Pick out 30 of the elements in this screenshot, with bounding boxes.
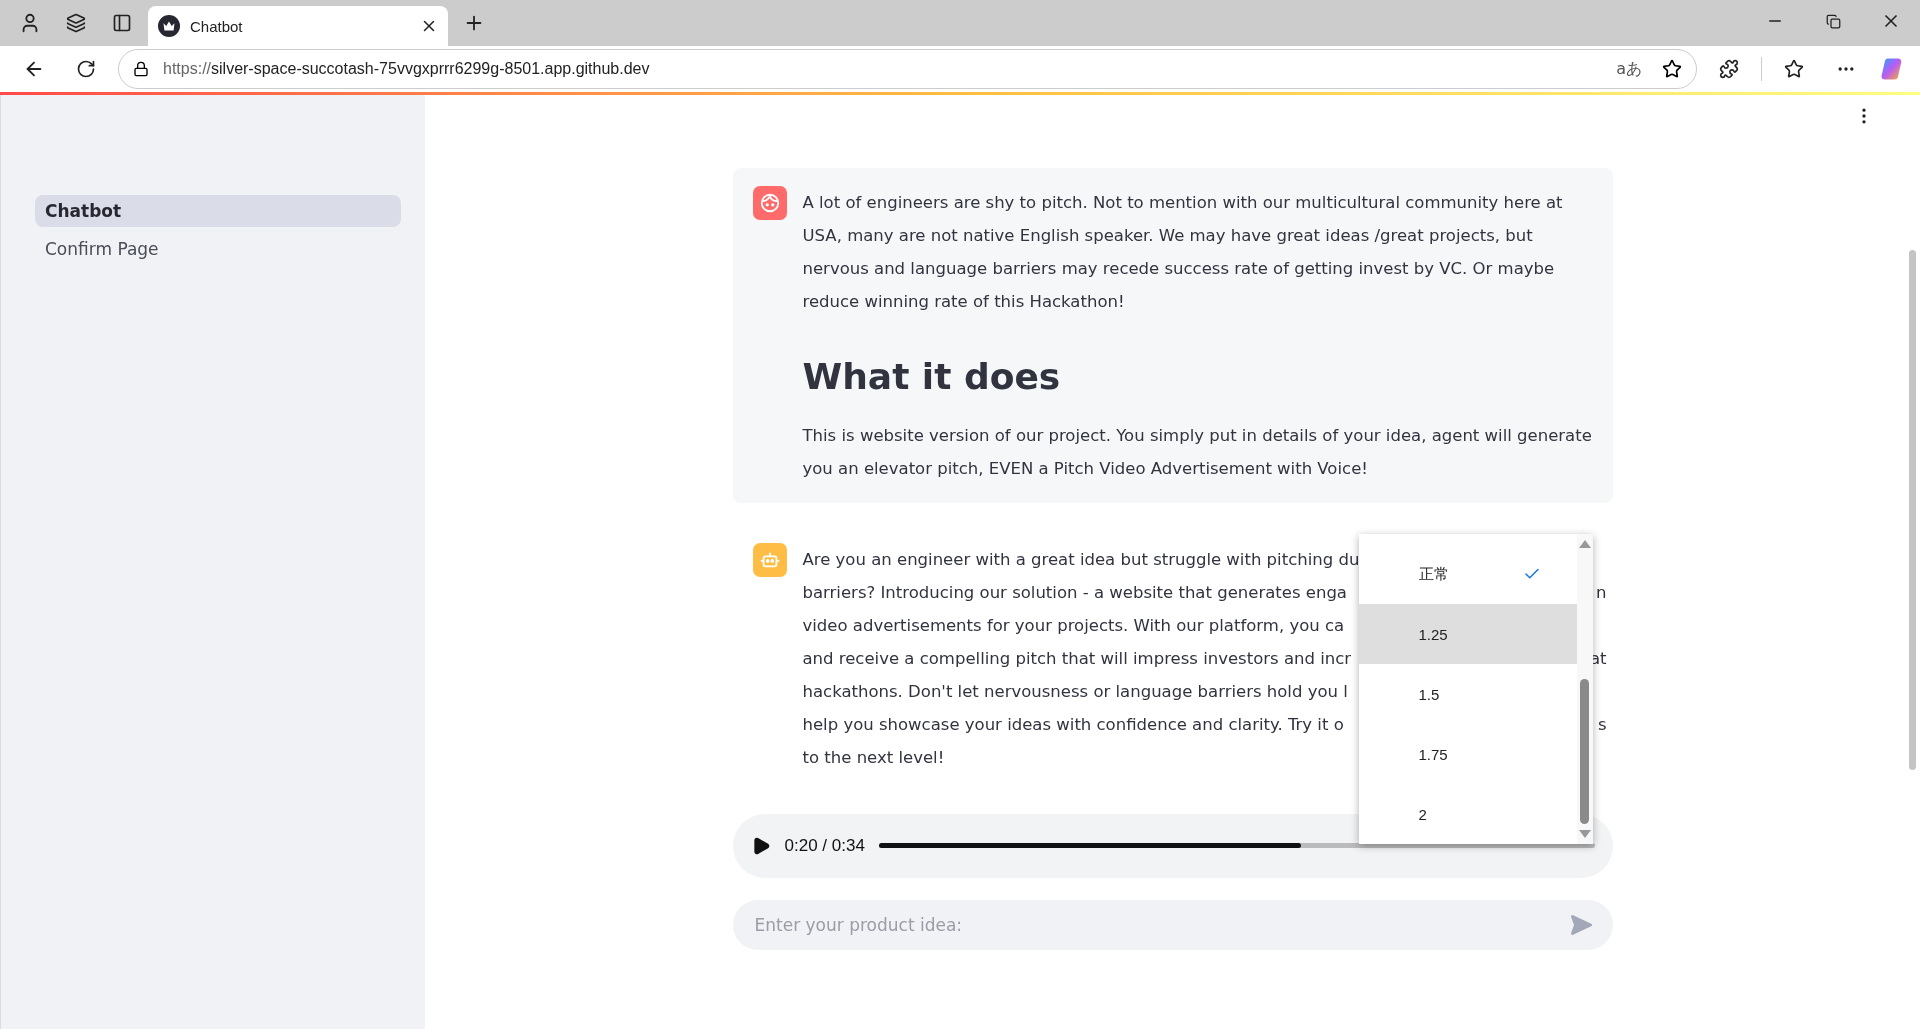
message-text: s (1597, 713, 1607, 736)
browser-tab[interactable]: Chatbot (148, 6, 448, 46)
section-heading: What it does (802, 355, 1062, 399)
chat-input-field[interactable]: Enter your product idea: (732, 899, 1613, 950)
message-text: A lot of engineers are shy to pitch. Not to mention with our multicultural community here at USA, many are not native English speaker. We may have great ideas /great projects, but nervous and language barriers may recede success rate of getting invest by VC. Or maybe reduce winning rate of this Hackathon! (802, 192, 1564, 313)
face-icon (758, 192, 781, 214)
menu-scrollbar[interactable] (1576, 534, 1593, 844)
audio-time: 0:20 / 0:34 (784, 835, 865, 856)
speed-option[interactable]: 1.5 (1358, 664, 1577, 724)
message-text: to the next level! (802, 746, 945, 769)
scrollbar[interactable] (1909, 250, 1916, 770)
message-text: video advertisements for your projects. With our platform, you ca (802, 614, 1345, 637)
message-text: This is website version of our project. You simply put in details of your idea, agent will generate you an elevator pitch, EVEN a Pitch Video Advertisement with Voice! (802, 424, 1593, 480)
message-text: Are you an engineer with a great idea but struggle with pitching du (802, 548, 1360, 571)
message-text: hackathons. Don't let nervousness or language barriers hold you l (802, 680, 1348, 703)
speed-option[interactable]: 1.75 (1358, 724, 1577, 784)
tab-title: Chatbot (190, 17, 244, 35)
favorite-star-icon[interactable] (1662, 59, 1682, 79)
message-text: and receive a compelling pitch that will impress investors and incr (802, 647, 1352, 670)
chat-input[interactable]: Enter your product idea: (752, 913, 1563, 936)
speed-option[interactable]: 1.25 (1358, 604, 1577, 664)
crown-icon (158, 15, 180, 37)
message-text: n (1596, 581, 1607, 604)
message-text: help you showcase your ideas with confidence and clarity. Try it o (802, 713, 1344, 736)
sidebar-item[interactable]: Chatbot (35, 195, 401, 227)
speed-option[interactable]: 正常 (1358, 544, 1577, 604)
message-text: barriers? Introducing our solution - a website that generates enga (802, 581, 1347, 604)
sidebar-item[interactable]: Confirm Page (35, 233, 401, 265)
lock-icon (133, 61, 149, 77)
read-aloud-button[interactable]: aあ (1610, 57, 1648, 81)
